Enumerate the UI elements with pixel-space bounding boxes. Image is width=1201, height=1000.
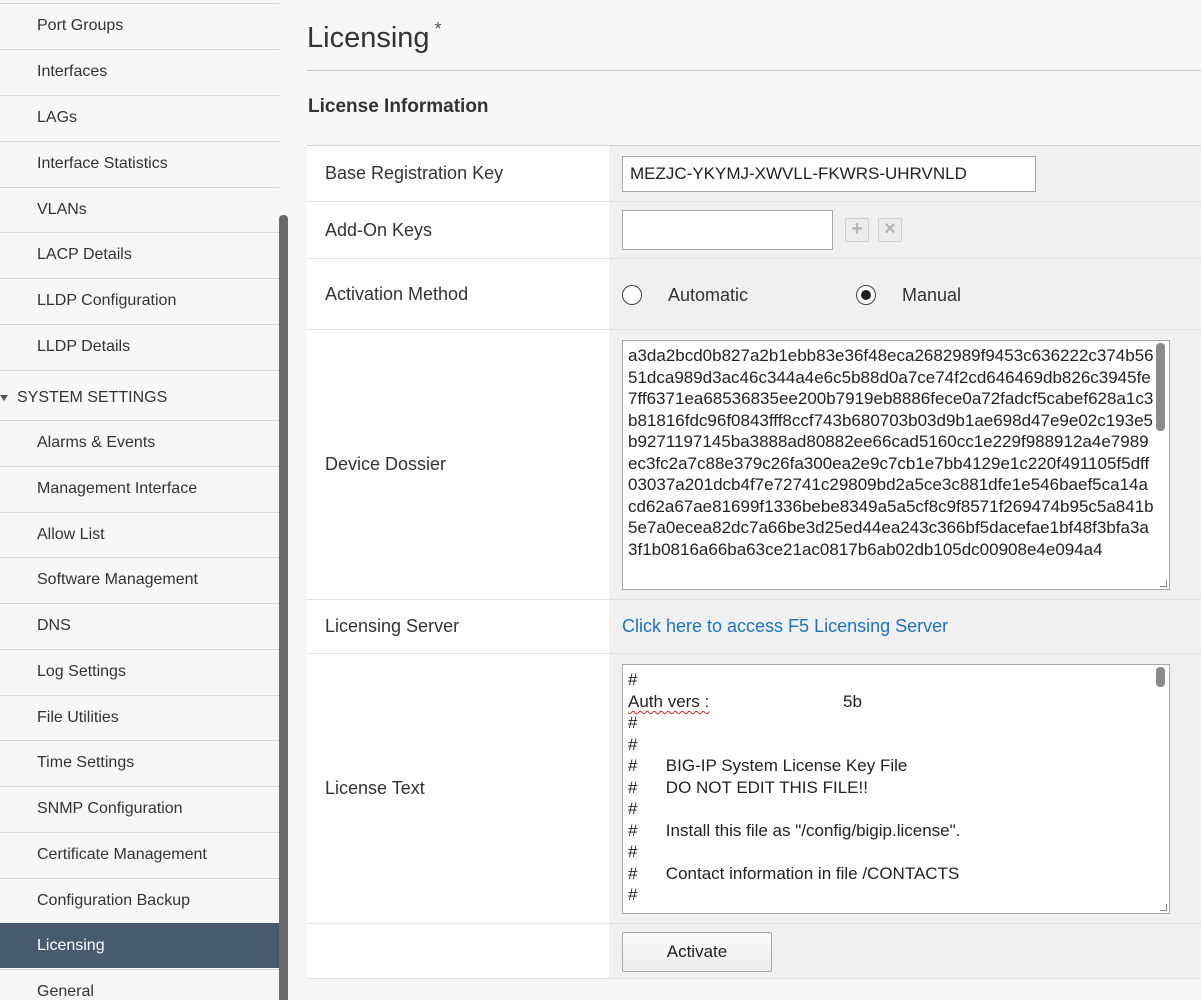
plus-icon: + bbox=[851, 218, 863, 240]
license-line: # DO NOT EDIT THIS FILE!! bbox=[628, 778, 868, 797]
sidebar-item-time-settings[interactable]: Time Settings bbox=[0, 740, 279, 785]
sidebar-section-system-settings[interactable]: SYSTEM SETTINGS bbox=[0, 370, 279, 420]
license-line: # bbox=[628, 885, 638, 904]
sidebar-scrollbar[interactable] bbox=[279, 215, 288, 1000]
licensing-server-link[interactable]: Click here to access F5 Licensing Server bbox=[622, 616, 948, 637]
sidebar-item-alarms-events[interactable]: Alarms & Events bbox=[0, 420, 279, 465]
sidebar-item-lacp-details[interactable]: LACP Details bbox=[0, 232, 279, 277]
license-form: Base Registration Key Add-On Keys + × Ac… bbox=[307, 145, 1201, 979]
sidebar-item-lldp-details[interactable]: LLDP Details bbox=[0, 324, 279, 369]
sidebar-item-log-settings[interactable]: Log Settings bbox=[0, 649, 279, 694]
base-registration-key-input[interactable] bbox=[622, 156, 1036, 192]
license-line-text: Auth vers : bbox=[628, 692, 710, 711]
license-line: # bbox=[628, 799, 638, 818]
base-key-label: Base Registration Key bbox=[307, 146, 609, 201]
addon-keys-row: Add-On Keys + × bbox=[307, 202, 1201, 259]
device-dossier-textarea[interactable]: a3da2bcd0b827a2b1ebb83e36f48eca2682989f9… bbox=[622, 340, 1170, 590]
sidebar-item-snmp-configuration[interactable]: SNMP Configuration bbox=[0, 786, 279, 831]
license-text-textarea[interactable]: # Auth vers : 5b # # # BIG-IP System Lic… bbox=[622, 664, 1170, 914]
license-line: # bbox=[628, 735, 638, 754]
chevron-down-icon bbox=[0, 395, 8, 401]
sidebar-item-port-groups[interactable]: Port Groups bbox=[0, 3, 279, 48]
sidebar-item-allow-list[interactable]: Allow List bbox=[0, 512, 279, 557]
license-line: # Contact information in file /CONTACTS bbox=[628, 864, 960, 883]
radio-manual-label: Manual bbox=[902, 285, 962, 305]
license-line: # Install this file as "/config/bigip.li… bbox=[628, 821, 961, 840]
sidebar-item-interface-statistics[interactable]: Interface Statistics bbox=[0, 141, 279, 186]
sidebar-item-interfaces[interactable]: Interfaces bbox=[0, 49, 279, 94]
sidebar-item-dns[interactable]: DNS bbox=[0, 603, 279, 648]
radio-automatic[interactable] bbox=[622, 285, 642, 305]
sidebar-item-licensing[interactable]: Licensing bbox=[0, 923, 279, 968]
license-text-row: License Text # Auth vers : 5b # # # BIG-… bbox=[307, 654, 1201, 924]
license-text-scrollbar[interactable] bbox=[1156, 667, 1165, 687]
resize-handle-icon[interactable] bbox=[1160, 580, 1167, 587]
device-dossier-text: a3da2bcd0b827a2b1ebb83e36f48eca2682989f9… bbox=[628, 346, 1154, 559]
sidebar-item-file-utilities[interactable]: File Utilities bbox=[0, 695, 279, 740]
addon-key-input[interactable] bbox=[622, 210, 833, 250]
licensing-server-row: Licensing Server Click here to access F5… bbox=[307, 600, 1201, 654]
sidebar-item-software-management[interactable]: Software Management bbox=[0, 557, 279, 602]
sidebar-item-vlans[interactable]: VLANs bbox=[0, 187, 279, 232]
licensing-server-label: Licensing Server bbox=[307, 600, 609, 653]
license-text-label: License Text bbox=[307, 654, 609, 923]
title-divider bbox=[307, 70, 1201, 71]
license-line-auth-vers-value: 5b bbox=[843, 692, 862, 711]
radio-manual[interactable] bbox=[856, 285, 876, 305]
page-title: Licensing * bbox=[307, 19, 442, 55]
sidebar-item-lldp-configuration[interactable]: LLDP Configuration bbox=[0, 278, 279, 323]
activation-method-row: Activation Method Automatic Manual bbox=[307, 259, 1201, 330]
radio-automatic-label: Automatic bbox=[668, 285, 749, 305]
license-line: # bbox=[628, 713, 638, 732]
page-title-text: Licensing bbox=[307, 22, 430, 54]
unsaved-marker: * bbox=[434, 19, 442, 39]
sidebar-nav: Port Groups Interfaces LAGs Interface St… bbox=[0, 0, 280, 1000]
sidebar-item-general[interactable]: General bbox=[0, 969, 279, 1000]
activate-button[interactable]: Activate bbox=[622, 932, 772, 972]
main-content: Licensing * License Information Base Regi… bbox=[288, 0, 1201, 1000]
remove-key-button[interactable]: × bbox=[878, 218, 902, 242]
license-line: # BIG-IP System License Key File bbox=[628, 756, 908, 775]
add-key-button[interactable]: + bbox=[845, 218, 869, 242]
activate-row-spacer bbox=[307, 924, 609, 978]
license-line: # bbox=[628, 842, 638, 861]
dossier-scrollbar[interactable] bbox=[1156, 343, 1165, 431]
sidebar-item-lags[interactable]: LAGs bbox=[0, 95, 279, 140]
activation-method-label: Activation Method bbox=[307, 259, 609, 329]
device-dossier-label: Device Dossier bbox=[307, 330, 609, 599]
license-line-auth-vers: Auth vers : bbox=[628, 692, 709, 712]
close-icon: × bbox=[884, 218, 896, 240]
sidebar-item-management-interface[interactable]: Management Interface bbox=[0, 466, 279, 511]
resize-handle-icon[interactable] bbox=[1160, 904, 1167, 911]
license-line: # bbox=[628, 670, 638, 689]
sidebar-section-label: SYSTEM SETTINGS bbox=[17, 389, 168, 406]
device-dossier-row: Device Dossier a3da2bcd0b827a2b1ebb83e36… bbox=[307, 330, 1201, 600]
activate-row: Activate bbox=[307, 924, 1201, 979]
section-title: License Information bbox=[308, 96, 489, 117]
base-key-row: Base Registration Key bbox=[307, 146, 1201, 202]
addon-keys-label: Add-On Keys bbox=[307, 202, 609, 258]
sidebar-item-certificate-management[interactable]: Certificate Management bbox=[0, 832, 279, 877]
sidebar-item-configuration-backup[interactable]: Configuration Backup bbox=[0, 878, 279, 923]
